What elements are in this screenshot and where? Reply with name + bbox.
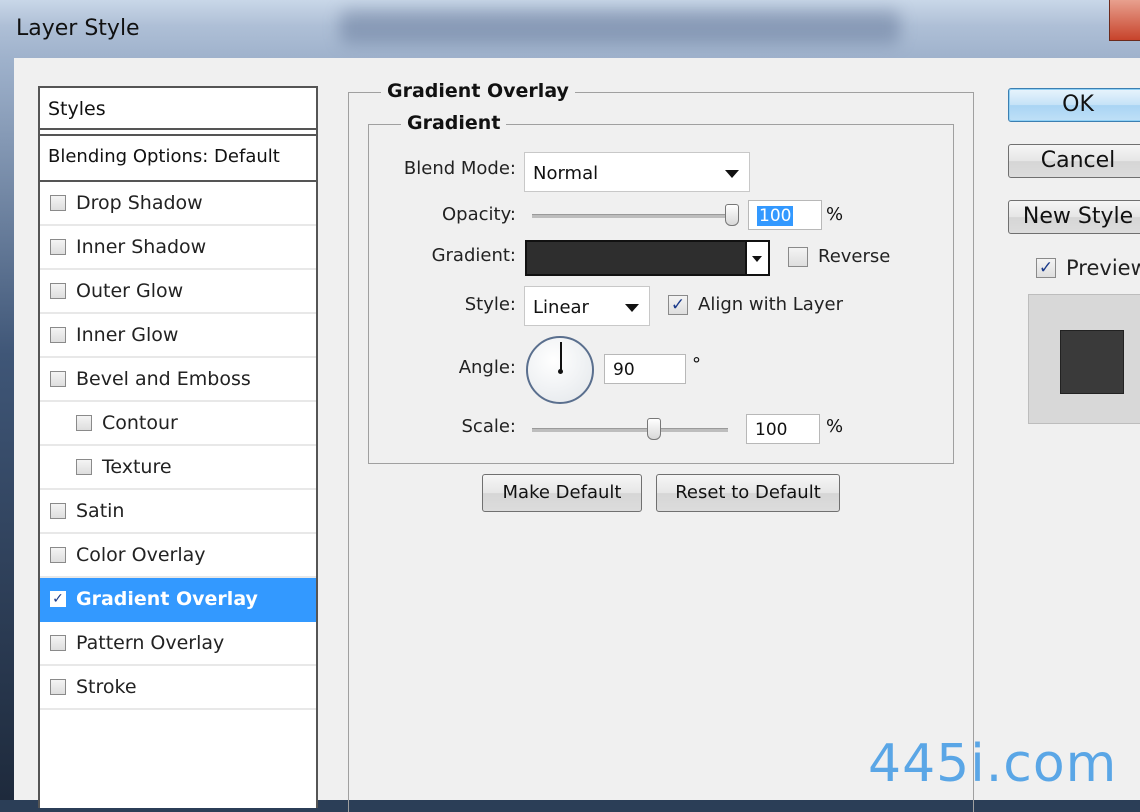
opacity-slider-thumb[interactable] <box>725 204 739 226</box>
checkbox-icon[interactable] <box>50 547 66 563</box>
style-item-label: Satin <box>76 500 125 522</box>
style-item-outer-glow[interactable]: Outer Glow <box>40 270 316 314</box>
preview-label: Preview <box>1066 256 1140 280</box>
checkbox-icon[interactable] <box>50 195 66 211</box>
opacity-percent-sign: % <box>826 204 844 225</box>
preview-swatch <box>1061 331 1123 393</box>
close-window-button[interactable] <box>1109 0 1140 41</box>
style-item-stroke[interactable]: Stroke <box>40 666 316 710</box>
style-item-label: Color Overlay <box>76 544 206 566</box>
style-item-label: Texture <box>102 456 172 478</box>
blend-mode-label: Blend Mode: <box>403 158 516 179</box>
angle-input[interactable]: 90 <box>604 354 686 384</box>
blending-options-item[interactable]: Blending Options: Default <box>40 134 316 182</box>
style-label: Style: <box>464 294 516 315</box>
scale-value: 100 <box>755 420 788 440</box>
styles-list-panel: Styles Blending Options: Default Drop Sh… <box>38 86 318 808</box>
style-value: Linear <box>533 297 589 318</box>
angle-value: 90 <box>613 360 635 380</box>
style-item-gradient-overlay[interactable]: ✓ Gradient Overlay <box>40 578 316 622</box>
style-item-label: Inner Glow <box>76 324 179 346</box>
reverse-label: Reverse <box>818 246 891 267</box>
angle-label: Angle: <box>458 357 516 378</box>
gradient-label: Gradient: <box>431 245 516 266</box>
checkbox-icon: ✓ <box>1036 258 1056 278</box>
style-item-texture[interactable]: Texture <box>40 446 316 490</box>
degree-sign: ° <box>692 354 701 375</box>
make-default-button[interactable]: Make Default <box>482 474 642 512</box>
checkbox-icon[interactable] <box>76 415 92 431</box>
style-dropdown[interactable]: Linear <box>524 286 650 326</box>
checkbox-icon[interactable] <box>76 459 92 475</box>
style-item-inner-shadow[interactable]: Inner Shadow <box>40 226 316 270</box>
style-item-label: Pattern Overlay <box>76 632 225 654</box>
style-item-inner-glow[interactable]: Inner Glow <box>40 314 316 358</box>
align-with-layer-label: Align with Layer <box>698 294 843 315</box>
section-title: Gradient Overlay <box>381 80 575 102</box>
style-item-bevel-and-emboss[interactable]: Bevel and Emboss <box>40 358 316 402</box>
ok-button[interactable]: OK <box>1008 88 1140 122</box>
window-title: Layer Style <box>16 16 140 41</box>
gradient-picker-button[interactable] <box>746 240 770 276</box>
window-titlebar[interactable]: Layer Style <box>0 0 1140 58</box>
style-item-label: Outer Glow <box>76 280 184 302</box>
style-item-label: Inner Shadow <box>76 236 207 258</box>
reset-to-default-button[interactable]: Reset to Default <box>656 474 840 512</box>
style-item-label: Stroke <box>76 676 137 698</box>
scale-slider-track[interactable] <box>532 428 728 432</box>
style-item-color-overlay[interactable]: Color Overlay <box>40 534 316 578</box>
preview-checkbox[interactable]: ✓ Preview <box>1036 256 1140 280</box>
gradient-group-title: Gradient <box>401 112 507 134</box>
style-item-drop-shadow[interactable]: Drop Shadow <box>40 182 316 226</box>
style-item-satin[interactable]: Satin <box>40 490 316 534</box>
new-style-button[interactable]: New Style <box>1008 200 1140 234</box>
style-item-label: Contour <box>102 412 178 434</box>
align-with-layer-checkbox[interactable]: ✓ Align with Layer <box>668 294 843 315</box>
checkbox-icon[interactable]: ✓ <box>50 591 66 607</box>
checkbox-icon[interactable] <box>50 371 66 387</box>
checkbox-icon: ✓ <box>668 294 688 315</box>
style-preview <box>1028 294 1140 424</box>
opacity-value: 100 <box>757 206 794 226</box>
reverse-checkbox[interactable]: Reverse <box>788 246 890 267</box>
scale-percent-sign: % <box>826 416 844 437</box>
checkbox-icon[interactable] <box>50 239 66 255</box>
scale-label: Scale: <box>461 416 517 437</box>
scale-input[interactable]: 100 <box>746 414 820 444</box>
blend-mode-dropdown[interactable]: Normal <box>524 152 750 192</box>
checkbox-icon[interactable] <box>50 679 66 695</box>
styles-header[interactable]: Styles <box>40 88 316 130</box>
angle-dial-icon[interactable] <box>526 336 594 404</box>
chevron-down-icon <box>625 304 639 312</box>
blend-mode-value: Normal <box>533 163 599 184</box>
opacity-slider-track[interactable] <box>532 214 732 218</box>
chevron-down-icon <box>752 256 762 262</box>
background-window-edge <box>0 58 14 800</box>
blurred-document-title <box>340 10 900 44</box>
checkbox-icon <box>788 246 808 267</box>
gradient-swatch[interactable] <box>525 240 747 276</box>
scale-slider-thumb[interactable] <box>647 418 661 440</box>
style-item-contour[interactable]: Contour <box>40 402 316 446</box>
checkbox-icon[interactable] <box>50 503 66 519</box>
cancel-button[interactable]: Cancel <box>1008 144 1140 178</box>
style-item-label: Gradient Overlay <box>76 588 258 610</box>
opacity-label: Opacity: <box>442 204 516 225</box>
style-item-pattern-overlay[interactable]: Pattern Overlay <box>40 622 316 666</box>
angle-dial-needle <box>560 342 562 372</box>
checkbox-icon[interactable] <box>50 635 66 651</box>
opacity-input[interactable]: 100 <box>748 200 822 230</box>
watermark: 445i.com <box>868 734 1118 794</box>
angle-dial-center <box>558 369 563 374</box>
style-item-label: Bevel and Emboss <box>76 368 251 390</box>
layer-style-dialog: Styles Blending Options: Default Drop Sh… <box>14 58 1140 812</box>
style-items-list: Drop Shadow Inner Shadow Outer Glow Inner G… <box>40 182 316 710</box>
checkbox-icon[interactable] <box>50 283 66 299</box>
checkbox-icon[interactable] <box>50 327 66 343</box>
style-item-label: Drop Shadow <box>76 192 203 214</box>
chevron-down-icon <box>725 170 739 178</box>
